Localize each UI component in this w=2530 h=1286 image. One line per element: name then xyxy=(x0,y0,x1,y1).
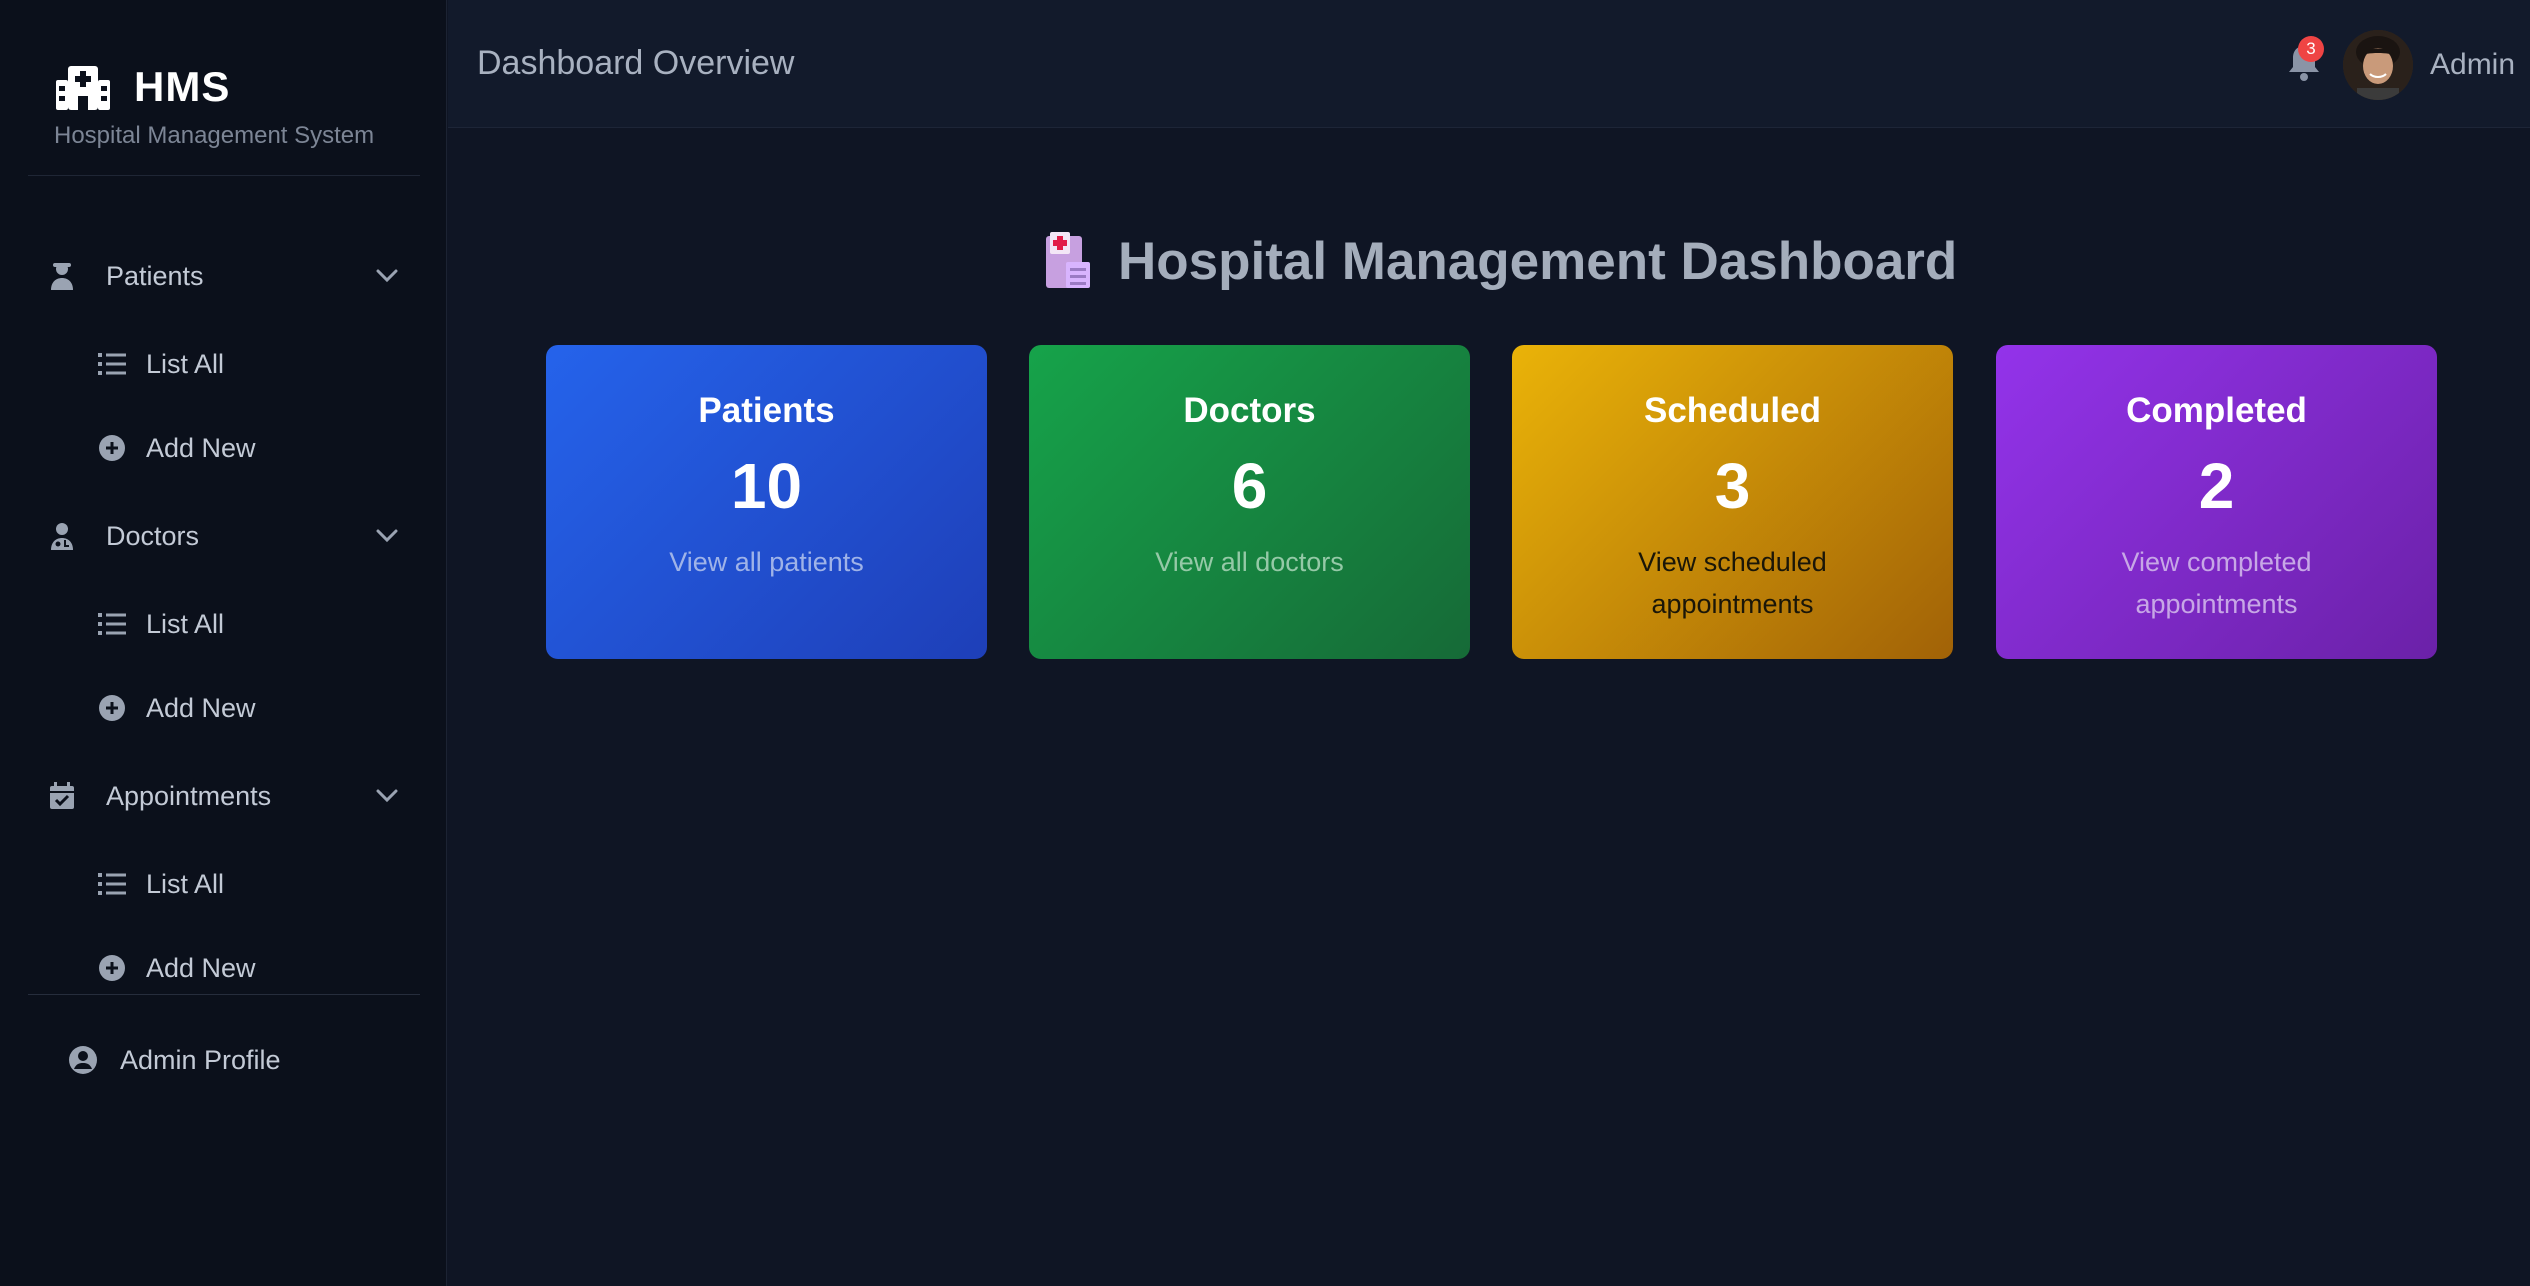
sidebar-subitem-doctors-list[interactable]: List All xyxy=(0,582,447,666)
chevron-down-icon[interactable] xyxy=(375,784,399,808)
sidebar: HMS Hospital Management System Patients xyxy=(0,0,447,1286)
sidebar-item-label: Appointments xyxy=(106,780,272,811)
card-title: Scheduled xyxy=(1644,391,1821,430)
brand-row[interactable]: HMS xyxy=(54,60,414,114)
avatar[interactable] xyxy=(2343,30,2413,100)
sidebar-subitem-patients-add[interactable]: Add New xyxy=(0,406,447,490)
card-link[interactable]: View all patients xyxy=(546,541,987,583)
card-link[interactable]: View completed appointments xyxy=(1996,541,2437,625)
sidebar-subitem-label: List All xyxy=(146,608,225,639)
calendar-check-icon xyxy=(48,781,76,811)
card-title: Doctors xyxy=(1183,391,1316,430)
nav-section-doctors: Doctors List All Add New xyxy=(0,490,447,750)
chevron-down-icon[interactable] xyxy=(375,524,399,548)
doctor-icon xyxy=(48,521,76,551)
chevron-down-icon[interactable] xyxy=(375,264,399,288)
card-value: 2 xyxy=(2198,450,2235,522)
card-link[interactable]: View all doctors xyxy=(1029,541,1470,583)
list-icon xyxy=(98,610,126,638)
brand-subtitle: Hospital Management System xyxy=(54,122,375,149)
sidebar-item-label: Doctors xyxy=(106,520,200,551)
stat-card-completed[interactable]: Completed 2 View completed appointments xyxy=(1996,345,2437,659)
dashboard-title: Hospital Management Dashboard xyxy=(1118,231,1958,291)
sidebar-item-appointments[interactable]: Appointments xyxy=(0,750,447,842)
sidebar-item-admin-profile[interactable]: Admin Profile xyxy=(68,1030,281,1090)
sidebar-item-doctors[interactable]: Doctors xyxy=(0,490,447,582)
user-circle-icon xyxy=(68,1045,98,1075)
nav-section-patients: Patients List All Add New xyxy=(0,230,447,490)
sidebar-subitem-label: Add New xyxy=(146,432,256,463)
sidebar-subitem-label: List All xyxy=(146,348,225,379)
top-header: Dashboard Overview 3 Admin xyxy=(448,0,2530,128)
sidebar-nav: Patients List All Add New Doctors List A… xyxy=(0,230,447,1010)
dashboard-heading: Hospital Management Dashboard xyxy=(1040,226,1957,296)
list-icon xyxy=(98,350,126,378)
stat-card-scheduled[interactable]: Scheduled 3 View scheduled appointments xyxy=(1512,345,1953,659)
sidebar-subitem-label: List All xyxy=(146,868,225,899)
card-value: 3 xyxy=(1714,450,1751,522)
card-value: 6 xyxy=(1231,450,1268,522)
brand: HMS Hospital Management System xyxy=(54,60,414,150)
hospital-icon xyxy=(54,64,112,110)
sidebar-item-patients[interactable]: Patients xyxy=(0,230,447,322)
nav-section-appointments: Appointments List All Add New xyxy=(0,750,447,1010)
sidebar-subitem-appointments-list[interactable]: List All xyxy=(0,842,447,926)
list-icon xyxy=(98,870,126,898)
app-root: HMS Hospital Management System Patients xyxy=(0,0,2530,1286)
hospital-building-icon xyxy=(1040,232,1092,290)
sidebar-subitem-label: Add New xyxy=(146,952,256,983)
divider xyxy=(28,175,420,176)
user-name[interactable]: Admin xyxy=(2430,48,2515,82)
divider xyxy=(28,994,420,995)
card-value: 10 xyxy=(730,450,803,522)
sidebar-subitem-patients-list[interactable]: List All xyxy=(0,322,447,406)
stat-card-doctors[interactable]: Doctors 6 View all doctors xyxy=(1029,345,1470,659)
page-title: Dashboard Overview xyxy=(477,44,795,82)
plus-circle-icon xyxy=(98,434,126,462)
plus-circle-icon xyxy=(98,694,126,722)
card-link[interactable]: View scheduled appointments xyxy=(1512,541,1953,625)
sidebar-item-label: Patients xyxy=(106,260,204,291)
patient-icon xyxy=(48,261,76,291)
sidebar-item-label: Admin Profile xyxy=(120,1044,281,1075)
card-title: Patients xyxy=(698,391,835,430)
brand-title: HMS xyxy=(134,63,231,110)
sidebar-subitem-label: Add New xyxy=(146,692,256,723)
plus-circle-icon xyxy=(98,954,126,982)
sidebar-subitem-appointments-add[interactable]: Add New xyxy=(0,926,447,1010)
stat-cards: Patients 10 View all patients Doctors 6 … xyxy=(546,345,2437,659)
stat-card-patients[interactable]: Patients 10 View all patients xyxy=(546,345,987,659)
sidebar-subitem-doctors-add[interactable]: Add New xyxy=(0,666,447,750)
notification-badge: 3 xyxy=(2298,36,2324,62)
card-title: Completed xyxy=(2126,391,2307,430)
